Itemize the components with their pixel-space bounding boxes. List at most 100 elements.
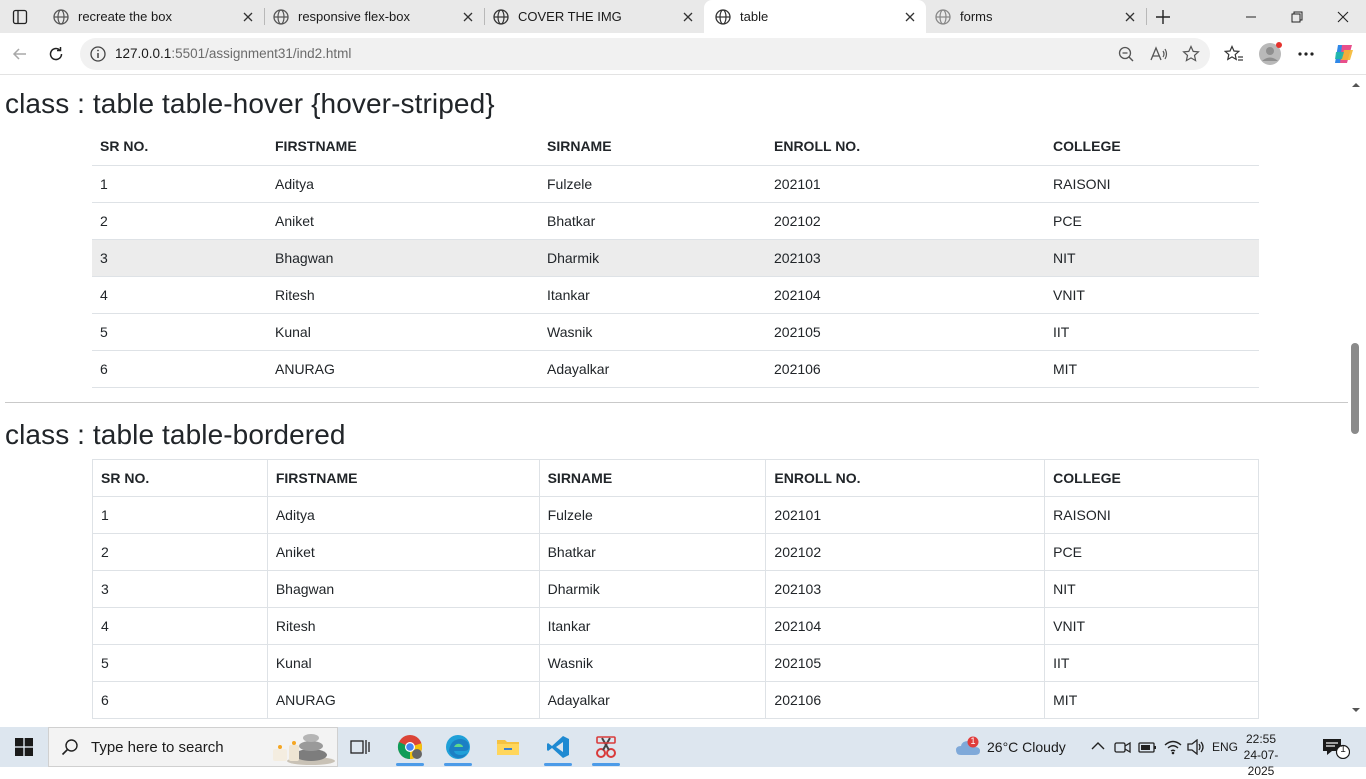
table-cell: 4 [100,286,108,303]
browser-tab-strip: recreate the box responsive flex-box COV… [0,0,1366,33]
table-cell: 202103 [774,249,821,266]
table-row: 4 Ritesh Itankar 202104 VNIT [92,607,1259,645]
file-explorer-icon[interactable] [484,727,532,767]
address-bar[interactable]: 127.0.0.1:5501/assignment31/ind2.html [80,38,1210,70]
column-header: SIRNAME [538,459,767,497]
volume-icon[interactable] [1186,739,1206,755]
table-cell: 202103 [765,570,1046,608]
table-cell: 202104 [765,607,1046,645]
table-cell: IIT [1044,644,1259,682]
table-cell: 202105 [774,323,821,340]
scrollbar-thumb[interactable] [1351,343,1359,434]
zoom-out-icon[interactable] [1115,44,1137,64]
favorites-icon[interactable] [1220,41,1248,67]
close-icon[interactable] [460,9,476,25]
table-cell: 3 [100,249,108,266]
table-row: 5 Kunal Wasnik 202105 IIT [92,644,1259,682]
refresh-icon[interactable] [41,40,71,68]
table-row-hovered: 3 Bhagwan Dharmik 202103 NIT [92,239,1259,276]
close-icon[interactable] [240,9,256,25]
clock[interactable]: 22:55 24-07-2025 [1234,731,1288,779]
scroll-up-arrow-icon[interactable] [1351,81,1361,89]
column-header: FIRSTNAME [266,459,540,497]
table-cell: 202101 [774,175,821,192]
read-aloud-icon[interactable] [1148,44,1170,64]
more-menu-icon[interactable] [1292,41,1320,67]
clock-time: 22:55 [1245,732,1277,746]
bordered-table: SR NO. FIRSTNAME SIRNAME ENROLL NO. COLL… [92,459,1259,719]
browser-toolbar: 127.0.0.1:5501/assignment31/ind2.html [0,33,1366,75]
vertical-scrollbar[interactable] [1348,75,1366,724]
table-cell: NIT [1053,249,1076,266]
table-cell: Fulzele [547,175,593,192]
close-icon[interactable] [1122,9,1138,25]
section-title-bordered: class : table table-bordered [5,419,346,450]
url-text[interactable]: 127.0.0.1:5501/assignment31/ind2.html [115,46,351,61]
copilot-icon[interactable] [1330,41,1358,67]
table-cell: 1 [100,175,108,192]
tab-title: recreate the box [78,9,172,24]
table-row: 3 Bhagwan Dharmik 202103 NIT [92,570,1259,608]
site-info-icon[interactable] [89,45,107,63]
table-cell: Aniket [266,533,540,571]
favorite-star-icon[interactable] [1180,44,1202,64]
column-header: SR NO. [92,459,268,497]
table-cell: 3 [92,570,268,608]
tab-cover-the-img[interactable]: COVER THE IMG [482,0,704,33]
battery-icon[interactable] [1138,740,1158,754]
clock-date: 24-07-2025 [1243,748,1279,778]
chevron-up-icon[interactable] [1091,741,1105,751]
chrome-app-icon[interactable] [386,727,434,767]
globe-icon [52,8,70,26]
tab-recreate-the-box[interactable]: recreate the box [42,0,264,33]
tab-responsive-flex-box[interactable]: responsive flex-box [262,0,484,33]
table-cell: Kunal [266,644,540,682]
taskbar-search-box[interactable]: Type here to search [48,727,338,767]
table-row: 2 Aniket Bhatkar 202102 PCE [92,533,1259,571]
table-cell: 202105 [765,644,1046,682]
new-tab-plus-icon[interactable] [1148,4,1178,30]
table-cell: VNIT [1044,607,1259,645]
task-view-icon[interactable] [336,727,384,767]
tab-separator [1146,8,1147,25]
globe-icon [934,8,952,26]
windows-start-icon[interactable] [0,727,48,767]
weather-text[interactable]: 26°C Cloudy [987,739,1066,755]
tab-title: COVER THE IMG [518,9,622,24]
tab-title: forms [960,9,993,24]
table-cell: 1 [92,496,268,534]
notification-count: 1 [1340,744,1346,755]
close-icon[interactable] [680,9,696,25]
table-cell: NIT [1044,570,1259,608]
column-header: ENROLL NO. [774,138,861,155]
edge-app-icon[interactable] [434,727,482,767]
back-arrow-icon[interactable] [5,40,35,68]
profile-avatar-icon[interactable] [1256,41,1284,67]
tab-table[interactable]: table [704,0,926,33]
restore-icon[interactable] [1274,0,1320,33]
url-host: 127.0.0.1 [115,46,172,61]
table-row: 6 ANURAG Adayalkar 202106 MIT [92,681,1259,719]
table-cell: Itankar [547,286,590,303]
table-cell: 202106 [774,360,821,377]
scroll-down-arrow-icon[interactable] [1351,706,1361,714]
tab-actions-icon[interactable] [6,4,34,30]
tab-forms[interactable]: forms [924,0,1146,33]
table-cell: Kunal [275,323,311,340]
table-cell: PCE [1053,212,1082,229]
window-close-icon[interactable] [1320,0,1366,33]
meet-now-icon[interactable] [1114,739,1132,755]
table-cell: Aditya [266,496,540,534]
vscode-app-icon[interactable] [534,727,582,767]
wifi-icon[interactable] [1163,739,1183,755]
table-row: 1 Aditya Fulzele 202101 RAISONI [92,496,1259,534]
minimize-icon[interactable] [1228,0,1274,33]
close-icon[interactable] [902,9,918,25]
table-cell: 5 [92,644,268,682]
table-cell: 4 [92,607,268,645]
table-cell: 6 [100,360,108,377]
column-header: SR NO. [100,138,149,155]
snipping-tool-icon[interactable] [582,727,630,767]
table-cell: Ritesh [266,607,540,645]
search-icon [61,738,79,756]
